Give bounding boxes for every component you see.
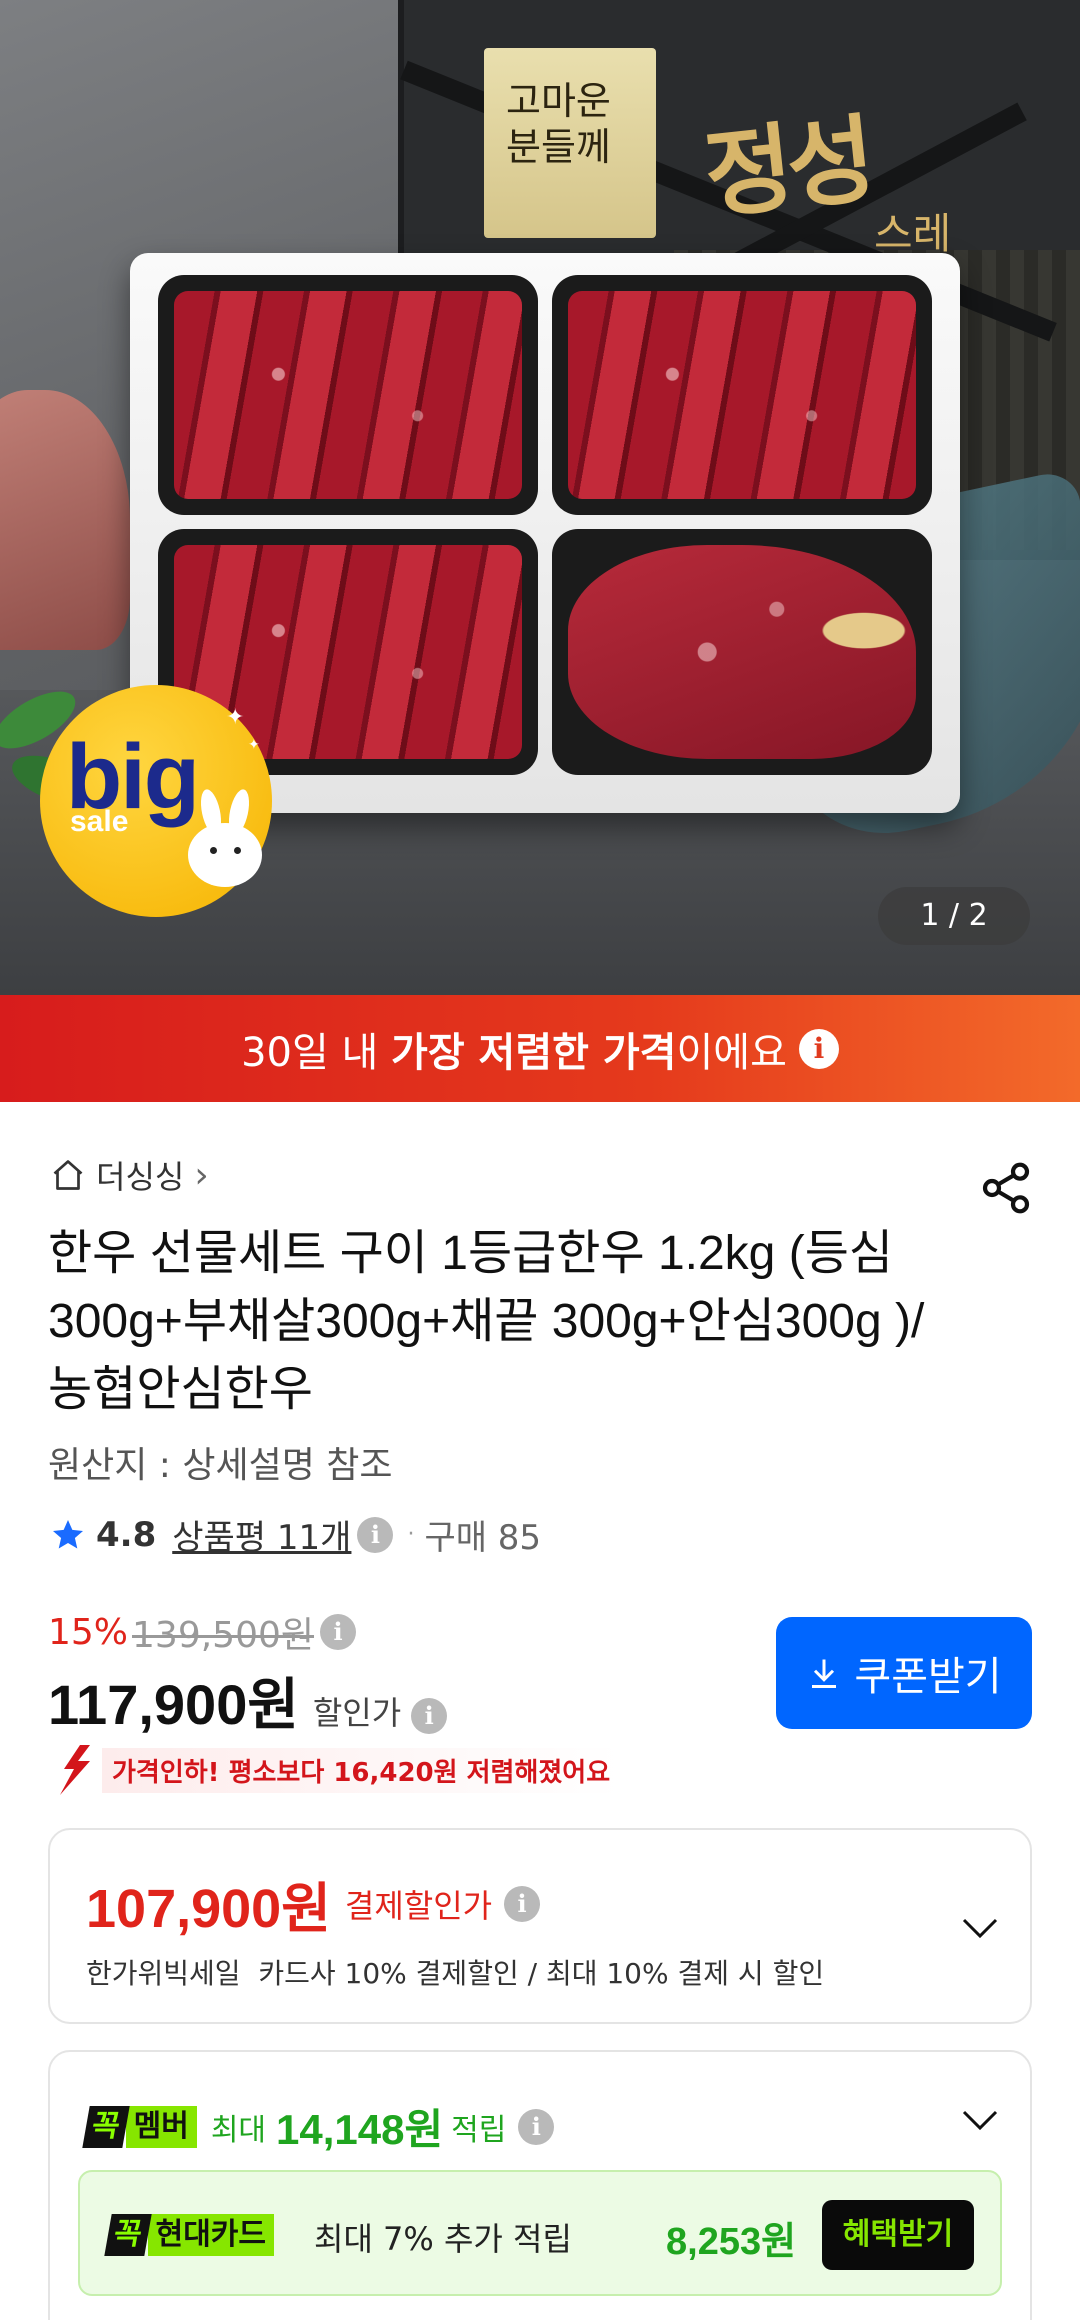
- product-title: 한우 선물세트 구이 1등급한우 1.2kg (등심300g+부채살300g+채…: [48, 1227, 925, 1416]
- box-brand-sub-text: 스레: [874, 209, 952, 258]
- sale-price-row: 117,900원 할인가 i: [48, 1660, 448, 1741]
- payment-discount-card[interactable]: 107,900원 결제할인가 i 한가위빅세일 카드사 10% 결제할인 / 최…: [48, 1828, 1032, 2024]
- coupon-button[interactable]: 쿠폰받기: [776, 1617, 1032, 1729]
- box-label-text: 고마운분들께: [506, 79, 611, 169]
- bunny-icon: [188, 787, 262, 889]
- meat-pack: [158, 275, 538, 515]
- star-icon: [53, 1519, 83, 1548]
- member-max-label: 최대: [210, 2112, 267, 2148]
- info-icon[interactable]: i: [504, 1885, 541, 1922]
- review-link[interactable]: 상품평 11개: [172, 1510, 351, 1559]
- payment-discount-desc: 한가위빅세일 카드사 10% 결제할인 / 최대 10% 결제 시 할인: [86, 1957, 825, 1990]
- banner-prefix: 30일 내: [241, 1029, 392, 1076]
- card-benefit-value: 8,253원: [666, 2221, 797, 2263]
- sparkle-icon: ✦: [248, 737, 260, 753]
- lowest-price-banner[interactable]: 30일 내 가장 저렴한 가격 이에요 i: [0, 995, 1080, 1102]
- badge-sale-text: sale: [70, 805, 129, 838]
- download-icon: [812, 1659, 837, 1688]
- meat-tray: [130, 253, 960, 813]
- original-price: 139,500원: [132, 1615, 315, 1656]
- separator-dot: ·: [407, 1522, 415, 1547]
- banner-suffix: 이에요: [676, 1029, 787, 1076]
- sale-price-label: 할인가: [312, 1694, 402, 1732]
- kkok-member-badge: 꼭 멤버: [82, 2105, 197, 2148]
- card-benefit-text: 최대 7% 추가 적립: [314, 2220, 572, 2258]
- image-counter: 1 / 2: [878, 887, 1030, 945]
- coupon-button-label: 쿠폰받기: [854, 1654, 1002, 1700]
- price-down-arrow-icon: [60, 1745, 90, 1795]
- meat-pack: [552, 529, 932, 775]
- chevron-down-icon[interactable]: [960, 2108, 1000, 2132]
- meat-pack: [552, 275, 932, 515]
- hyundai-card-benefit: 꼭 현대카드 최대 7% 추가 적립 8,253원 혜택받기: [78, 2170, 1002, 2296]
- box-brand-text: 정성: [699, 102, 875, 233]
- pouch-decoration: [0, 390, 130, 650]
- info-icon[interactable]: i: [411, 1698, 448, 1734]
- discount-row: 15% 139,500원 i: [48, 1606, 357, 1658]
- purchase-count: 구매 85: [424, 1518, 542, 1558]
- rating-score: 4.8: [96, 1514, 157, 1555]
- info-icon[interactable]: i: [518, 2108, 555, 2145]
- store-name: 더싱싱: [96, 1158, 185, 1196]
- discount-percent: 15%: [48, 1611, 129, 1653]
- get-benefit-button[interactable]: 혜택받기: [822, 2200, 974, 2270]
- payment-price-label: 결제할인가: [344, 1886, 493, 1925]
- info-icon[interactable]: i: [798, 1028, 839, 1069]
- info-icon[interactable]: i: [320, 1614, 357, 1650]
- chevron-down-icon[interactable]: [960, 1916, 1000, 1940]
- home-icon: [53, 1160, 83, 1190]
- chevron-right-icon: ›: [194, 1154, 209, 1196]
- member-accrue-label: 적립: [451, 2112, 507, 2148]
- product-image[interactable]: 고마운분들께 정성 스레 프리미엄선물세트 big sale ✦ ✦ 1 / 2: [0, 0, 1080, 995]
- origin-info: 원산지 : 상세설명 참조: [48, 1445, 393, 1486]
- info-icon[interactable]: i: [357, 1516, 394, 1553]
- sale-price: 117,900원: [48, 1673, 299, 1736]
- box-label: 고마운분들께: [484, 48, 656, 238]
- kkok-hyundai-card-badge: 꼭 현대카드: [104, 2214, 275, 2256]
- big-sale-badge: big sale ✦ ✦: [40, 685, 272, 917]
- member-rewards-card[interactable]: 꼭 멤버 최대 14,148원 적립 i 꼭 현대카드 최대 7% 추가 적립 8,…: [48, 2050, 1032, 2320]
- share-icon[interactable]: [978, 1160, 1034, 1216]
- sparkle-icon: ✦: [226, 705, 245, 730]
- price-drop-text: 가격인하! 평소보다 16,420원 저렴해졌어요: [102, 1747, 621, 1793]
- store-link[interactable]: 더싱싱 ›: [50, 1152, 209, 1198]
- rating-row: 4.8 상품평 11개 i · 구매 85: [50, 1510, 541, 1559]
- price-drop-note: 가격인하! 평소보다 16,420원 저렴해졌어요: [50, 1743, 621, 1797]
- payment-price: 107,900원: [86, 1879, 331, 1939]
- member-points: 14,148원: [276, 2106, 444, 2153]
- banner-bold-text: 가장 저렴한 가격: [391, 1029, 677, 1076]
